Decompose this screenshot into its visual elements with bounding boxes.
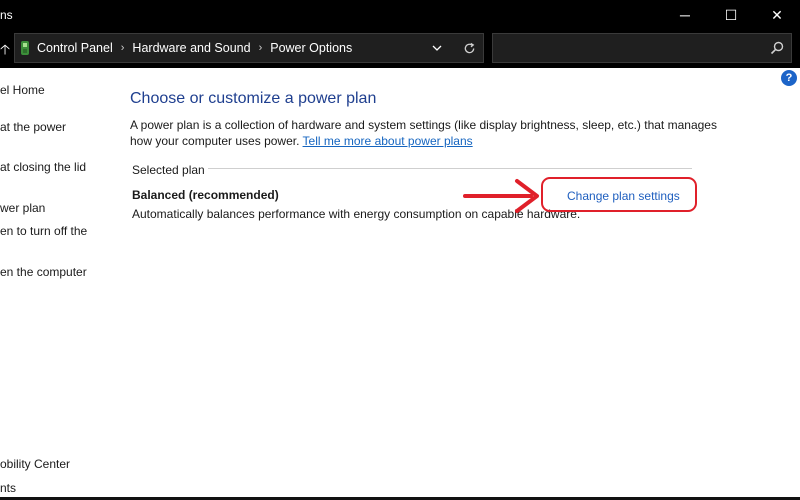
up-arrow-icon[interactable]: 🡡 xyxy=(0,39,10,63)
sidebar-item-turn-off-display[interactable]: en to turn off the xyxy=(0,224,87,238)
help-icon[interactable]: ? xyxy=(781,70,797,86)
breadcrumb-control-panel[interactable]: Control Panel xyxy=(37,41,113,55)
address-bar[interactable]: Control Panel › Hardware and Sound › Pow… xyxy=(14,33,484,63)
annotation-arrow-icon xyxy=(463,179,539,213)
sidebar-item-power-buttons[interactable]: at the power xyxy=(0,120,66,134)
search-input[interactable] xyxy=(492,33,792,63)
plan-name: Balanced (recommended) xyxy=(132,188,279,202)
breadcrumb-separator[interactable]: › xyxy=(121,42,125,54)
minimize-icon: ─ xyxy=(680,7,690,23)
window-title: ns xyxy=(0,8,13,22)
sidebar: el Home at the power at closing the lid … xyxy=(0,68,112,500)
maximize-button[interactable]: ☐ xyxy=(708,0,754,30)
address-dropdown-button[interactable] xyxy=(429,34,445,62)
close-button[interactable]: ✕ xyxy=(754,0,800,30)
divider xyxy=(208,168,692,169)
sidebar-item-user-accounts[interactable]: nts xyxy=(0,481,16,495)
title-bar: ns ─ ☐ ✕ xyxy=(0,0,800,30)
breadcrumb: Control Panel › Hardware and Sound › Pow… xyxy=(37,34,352,62)
main-content: ? Choose or customize a power plan A pow… xyxy=(113,68,800,500)
sidebar-item-create-power-plan[interactable]: wer plan xyxy=(0,201,45,215)
change-plan-settings-link[interactable]: Change plan settings xyxy=(567,189,680,203)
selected-plan-label: Selected plan xyxy=(132,163,205,177)
refresh-button[interactable] xyxy=(460,34,478,62)
minimize-button[interactable]: ─ xyxy=(662,0,708,30)
sidebar-item-mobility-center[interactable]: obility Center xyxy=(0,457,70,471)
search-icon[interactable] xyxy=(769,40,785,56)
breadcrumb-hardware-and-sound[interactable]: Hardware and Sound xyxy=(132,41,250,55)
address-bar-row: 🡡 Control Panel › Hardware and Sound › P… xyxy=(0,30,800,68)
refresh-icon xyxy=(464,42,474,53)
sidebar-item-control-panel-home[interactable]: el Home xyxy=(0,83,45,97)
chevron-down-icon xyxy=(432,45,442,51)
breadcrumb-power-options[interactable]: Power Options xyxy=(270,41,352,55)
sidebar-item-closing-lid[interactable]: at closing the lid xyxy=(0,160,86,174)
page-title: Choose or customize a power plan xyxy=(130,90,377,107)
control-panel-icon xyxy=(21,41,29,55)
maximize-icon: ☐ xyxy=(724,6,738,23)
learn-more-link[interactable]: Tell me more about power plans xyxy=(303,134,473,148)
breadcrumb-separator[interactable]: › xyxy=(259,42,263,54)
sidebar-item-computer-sleeps[interactable]: en the computer xyxy=(0,265,87,279)
close-icon: ✕ xyxy=(771,6,783,23)
page-description: A power plan is a collection of hardware… xyxy=(130,117,720,149)
